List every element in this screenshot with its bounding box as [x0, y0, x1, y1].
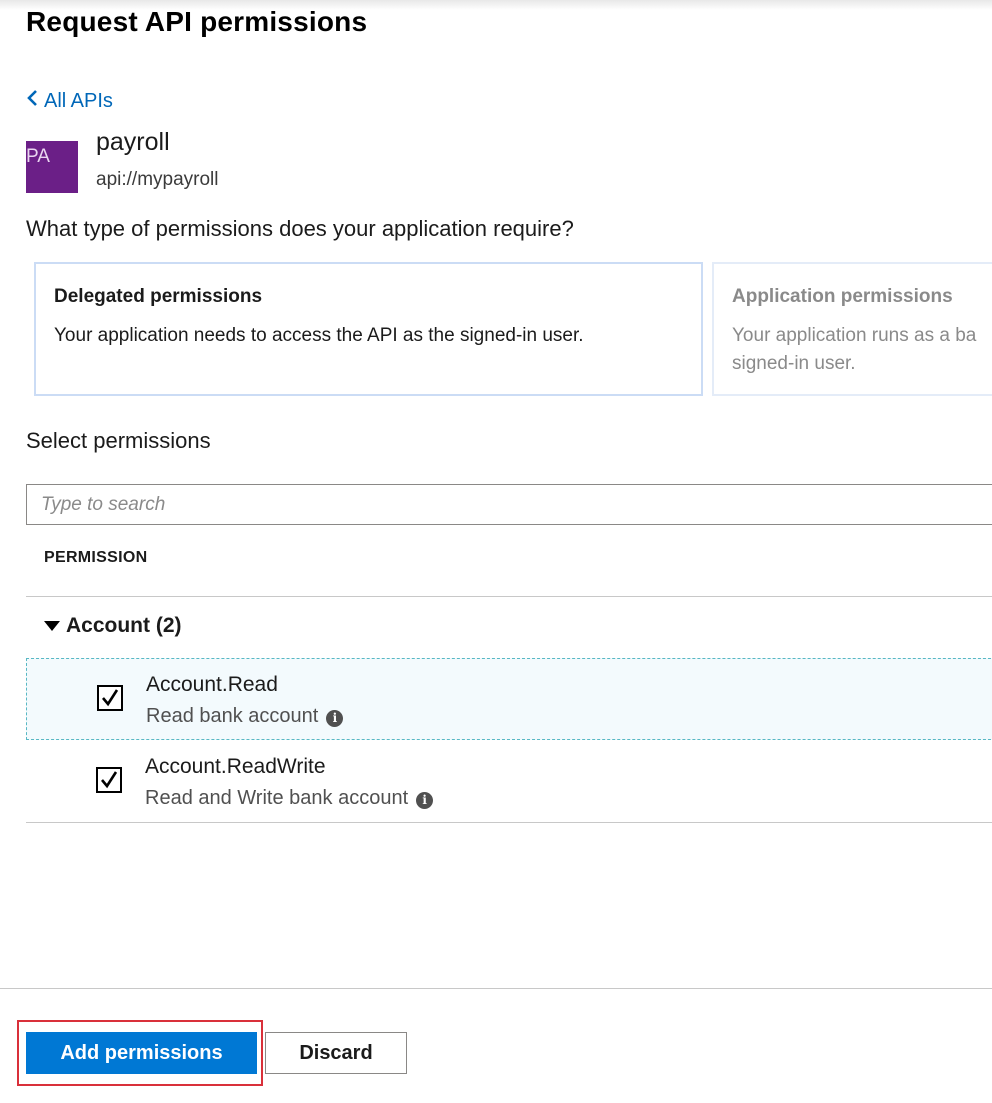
account-readwrite-description-wrap: Read and Write bank account i: [145, 787, 434, 810]
application-permissions-title: Application permissions: [732, 286, 953, 307]
delegated-permissions-title: Delegated permissions: [54, 286, 263, 307]
delegated-permissions-card[interactable]: Delegated permissions Your application n…: [34, 262, 703, 396]
all-apis-label: All APIs: [44, 89, 113, 112]
account-read-description: Read bank account: [146, 705, 319, 727]
account-readwrite-name: Account.ReadWrite: [145, 755, 326, 778]
discard-button[interactable]: Discard: [265, 1032, 407, 1074]
delegated-permissions-description: Your application needs to access the API…: [54, 325, 584, 346]
api-logo: PA: [26, 141, 78, 193]
request-api-permissions-panel: Request API permissions All APIs PA payr…: [0, 0, 992, 1103]
chevron-left-icon: [26, 89, 42, 113]
checkmark-icon: [102, 689, 119, 707]
select-permissions-heading: Select permissions: [26, 428, 211, 453]
account-group-toggle[interactable]: Account (2): [44, 614, 182, 638]
page-title: Request API permissions: [26, 6, 368, 37]
account-read-description-wrap: Read bank account i: [146, 705, 344, 728]
permission-type-question: What type of permissions does your appli…: [26, 216, 574, 241]
permission-row-account-read[interactable]: Account.Read Read bank account i: [26, 658, 992, 740]
permission-row-account-readwrite[interactable]: Account.ReadWrite Read and Write bank ac…: [26, 741, 992, 823]
header-divider: [26, 596, 992, 597]
permission-search-input[interactable]: [26, 484, 992, 525]
triangle-down-icon: [44, 621, 60, 631]
add-permissions-button[interactable]: Add permissions: [26, 1032, 257, 1074]
checkmark-icon: [101, 771, 118, 789]
api-name: payroll: [96, 128, 170, 156]
application-permissions-description-line1: Your application runs as a ba: [732, 325, 977, 346]
permission-column-header: PERMISSION: [44, 549, 148, 566]
all-apis-back-link[interactable]: All APIs: [26, 89, 113, 113]
info-icon[interactable]: i: [326, 710, 344, 727]
account-group-label: Account (2): [66, 614, 182, 637]
application-permissions-description: Your application runs as a ba signed-in …: [732, 322, 992, 378]
api-uri: api://mypayroll: [96, 169, 219, 190]
info-icon[interactable]: i: [416, 792, 434, 809]
account-readwrite-description: Read and Write bank account: [145, 787, 409, 809]
application-permissions-description-line2: signed-in user.: [732, 353, 856, 374]
footer-divider: [0, 988, 992, 989]
list-bottom-divider: [26, 822, 992, 823]
account-readwrite-checkbox[interactable]: [96, 767, 122, 793]
account-read-name: Account.Read: [146, 673, 278, 696]
application-permissions-card[interactable]: Application permissions Your application…: [712, 262, 992, 396]
account-read-checkbox[interactable]: [97, 685, 123, 711]
